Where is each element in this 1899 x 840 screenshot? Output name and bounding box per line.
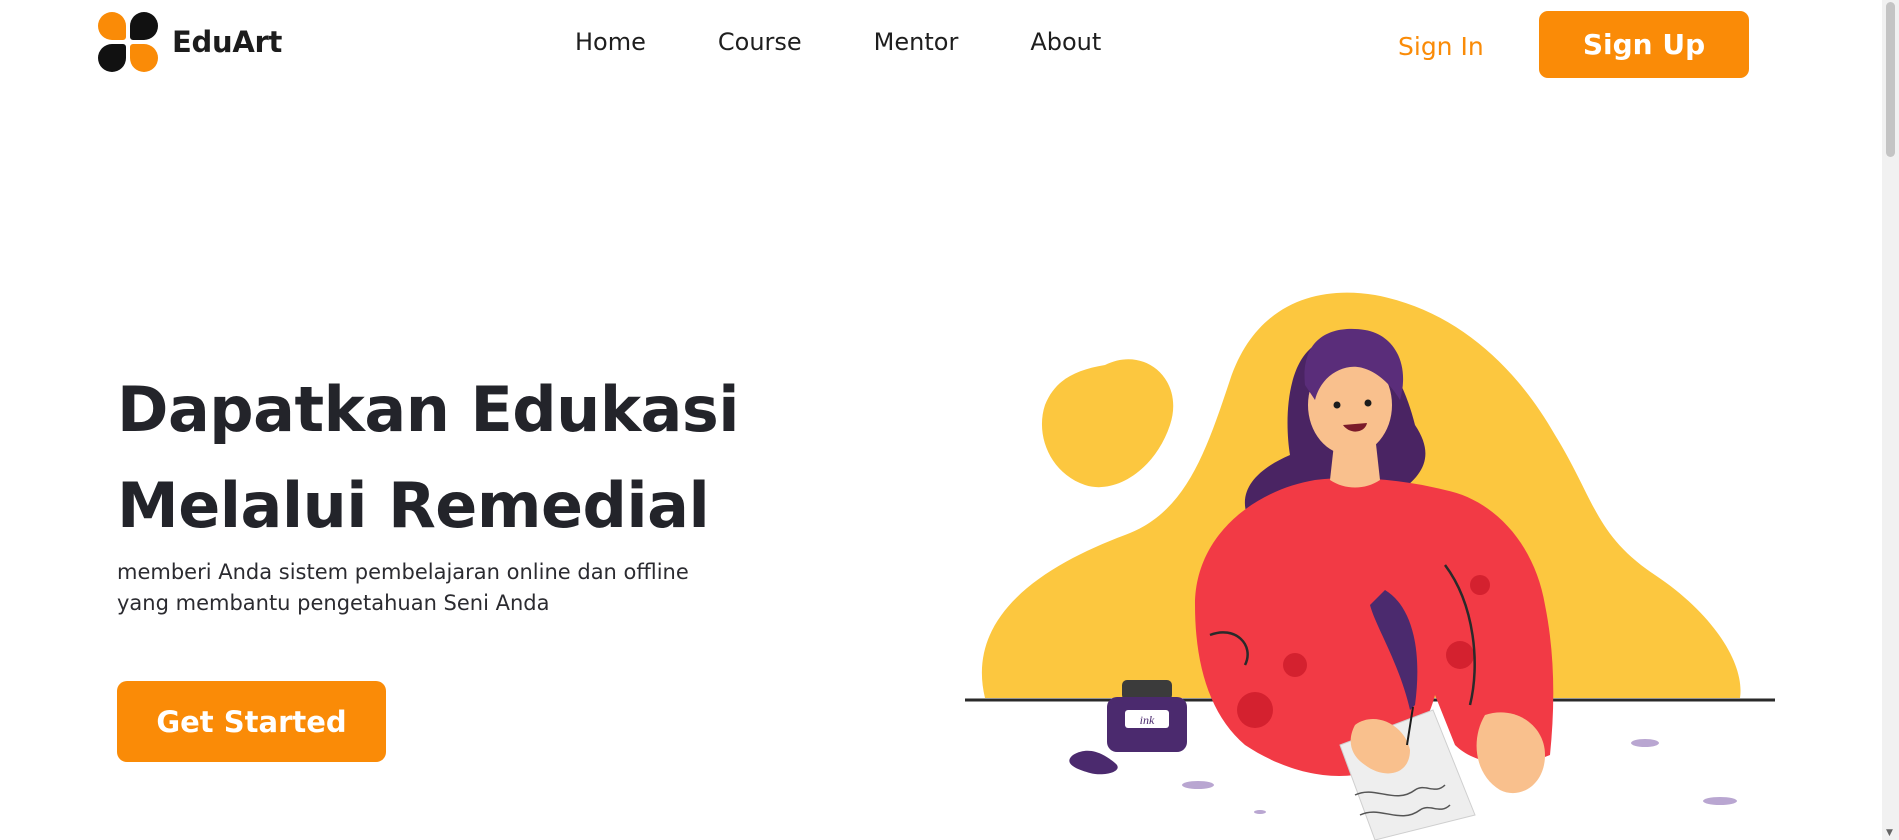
brand-name: EduArt bbox=[172, 25, 283, 59]
page-scrollbar[interactable]: ▼ bbox=[1882, 0, 1899, 840]
shirt-spot bbox=[1446, 641, 1474, 669]
hero-title-line-1: Dapatkan Edukasi bbox=[117, 373, 740, 446]
nav-item-home[interactable]: Home bbox=[575, 28, 646, 56]
right-eye bbox=[1364, 399, 1372, 407]
ink-drop bbox=[1254, 810, 1266, 814]
sign-in-link[interactable]: Sign In bbox=[1398, 32, 1484, 61]
ink-splat bbox=[1069, 750, 1118, 775]
hero-subtitle: memberi Anda sistem pembelajaran online … bbox=[117, 557, 737, 619]
hero-subtitle-line-2: yang membantu pengetahuan Seni Anda bbox=[117, 591, 550, 615]
ink-drop bbox=[1703, 797, 1737, 805]
small-yellow-blob bbox=[1041, 359, 1174, 488]
hero-subtitle-line-1: memberi Anda sistem pembelajaran online … bbox=[117, 560, 689, 584]
nav-item-about[interactable]: About bbox=[1030, 28, 1101, 56]
nav-item-mentor[interactable]: Mentor bbox=[874, 28, 959, 56]
left-eye bbox=[1333, 401, 1341, 409]
ink-drop bbox=[1182, 781, 1214, 789]
hero-title-line-2: Melalui Remedial bbox=[117, 469, 710, 542]
shirt-spot bbox=[1470, 575, 1490, 595]
ink-drop bbox=[1631, 739, 1659, 747]
scroll-down-arrow-icon[interactable]: ▼ bbox=[1886, 828, 1893, 838]
main-nav: Home Course Mentor About bbox=[575, 28, 1173, 56]
landing-page: EduArt Home Course Mentor About Sign In … bbox=[0, 0, 1899, 840]
shirt-spot bbox=[1283, 653, 1307, 677]
four-petal-logo-icon bbox=[98, 12, 158, 72]
ink-label-text: ink bbox=[1140, 713, 1155, 727]
sign-up-button[interactable]: Sign Up bbox=[1539, 11, 1749, 78]
nav-item-course[interactable]: Course bbox=[718, 28, 802, 56]
brand-logo[interactable]: EduArt bbox=[98, 12, 282, 72]
woman-writing-with-quill-illustration: ink bbox=[965, 292, 1775, 840]
get-started-button[interactable]: Get Started bbox=[117, 681, 386, 762]
hero-title: Dapatkan Edukasi Melalui Remedial bbox=[117, 362, 757, 554]
scrollbar-thumb[interactable] bbox=[1886, 2, 1895, 157]
shirt-spot bbox=[1237, 692, 1273, 728]
